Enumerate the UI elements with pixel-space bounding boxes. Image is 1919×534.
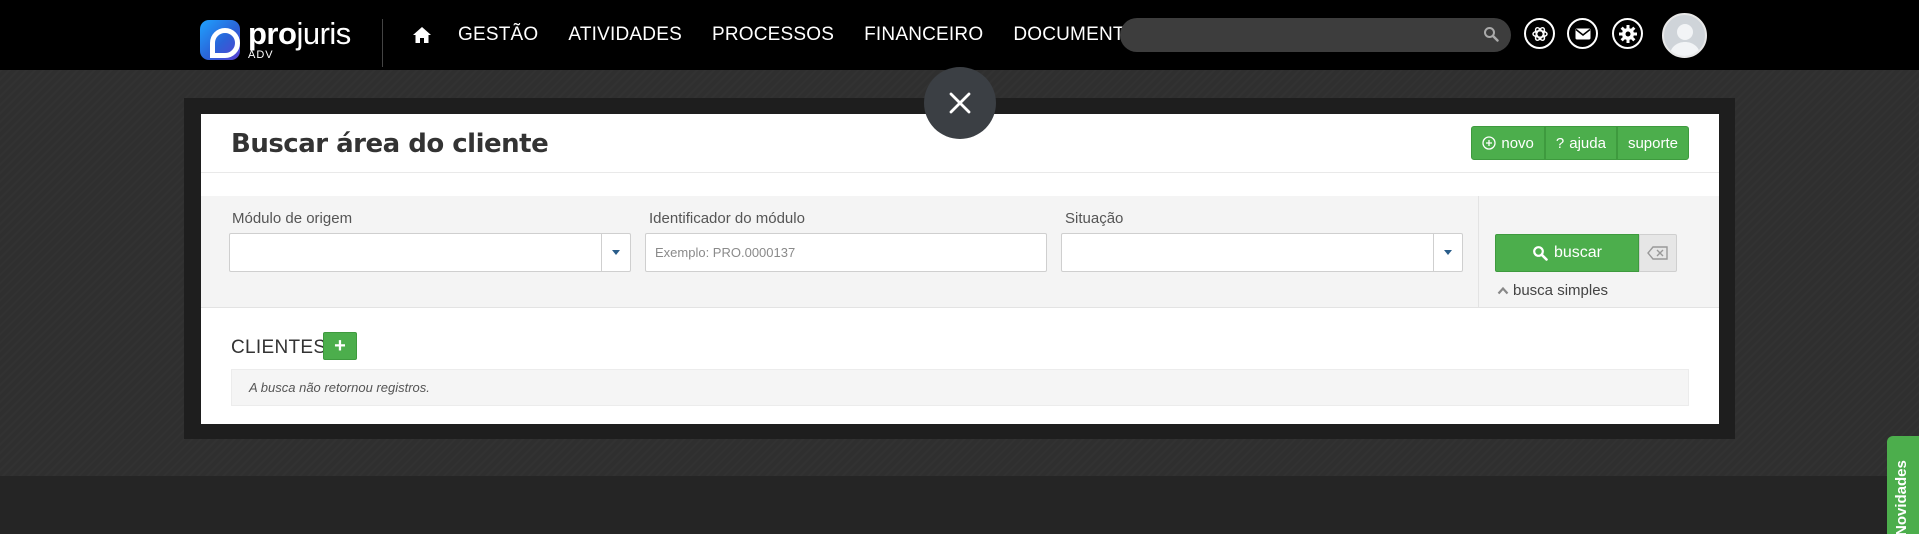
chevron-down-icon[interactable] <box>1433 234 1462 271</box>
search-client-area-modal: Buscar área do cliente novo ? ajuda supo… <box>201 114 1719 424</box>
gear-icon <box>1618 24 1637 43</box>
brand-bold: pro <box>248 16 297 51</box>
modulo-origem-select[interactable] <box>229 233 631 272</box>
chevron-up-icon <box>1497 286 1509 295</box>
plus-icon: + <box>334 334 346 357</box>
close-icon <box>949 92 971 114</box>
home-icon[interactable] <box>412 26 432 44</box>
buscar-label: buscar <box>1553 244 1603 261</box>
add-client-button[interactable]: + <box>323 332 357 360</box>
header-button-group: novo ? ajuda suporte <box>1471 126 1689 160</box>
novidades-side-tab[interactable]: Novidades <box>1887 436 1919 534</box>
identificador-modulo-input[interactable] <box>645 233 1047 272</box>
nav-atividades[interactable]: ATIVIDADES <box>568 24 682 46</box>
ajuda-button[interactable]: ? ajuda <box>1544 126 1617 160</box>
novidades-label: Novidades <box>1893 460 1910 534</box>
backspace-icon <box>1647 246 1668 260</box>
navbar-divider <box>382 19 383 67</box>
busca-simples-label: busca simples <box>1513 282 1609 299</box>
brand-light: juris <box>296 16 351 51</box>
title-divider <box>201 172 1719 173</box>
envelope-icon <box>1575 28 1590 39</box>
nav-gestao[interactable]: GESTÃO <box>458 24 538 46</box>
top-navbar: projuris ADV GESTÃO ATIVIDADES PROCESSOS… <box>0 0 1919 70</box>
close-modal-button[interactable] <box>924 67 996 139</box>
user-avatar[interactable] <box>1662 13 1707 58</box>
situacao-label: Situação <box>1065 210 1124 227</box>
nav-processos[interactable]: PROCESSOS <box>712 24 834 46</box>
busca-simples-link[interactable]: busca simples <box>1497 282 1608 299</box>
brand-sub: ADV <box>248 49 274 61</box>
buscar-button[interactable]: buscar <box>1495 234 1639 272</box>
suporte-button[interactable]: suporte <box>1616 126 1689 160</box>
filter-actions-divider <box>1478 196 1479 307</box>
chevron-down-icon[interactable] <box>601 234 630 271</box>
novo-label: novo <box>1501 134 1534 152</box>
page-title: Buscar área do cliente <box>231 129 549 159</box>
settings-button[interactable] <box>1612 18 1643 49</box>
ajuda-label: ajuda <box>1569 134 1606 152</box>
logo-icon <box>200 19 240 60</box>
clientes-section-title: CLIENTES <box>231 337 327 358</box>
identificador-modulo-label: Identificador do módulo <box>649 210 805 227</box>
messages-button[interactable] <box>1567 18 1598 49</box>
main-nav: GESTÃO ATIVIDADES PROCESSOS FINANCEIRO D… <box>458 24 1152 46</box>
clear-filters-button[interactable] <box>1639 234 1677 272</box>
search-icon[interactable] <box>1483 26 1499 42</box>
question-icon: ? <box>1555 134 1565 152</box>
plus-circle-icon <box>1482 136 1497 150</box>
situacao-select[interactable] <box>1061 233 1463 272</box>
empty-results-row: A busca não retornou registros. <box>231 369 1689 406</box>
global-search-input[interactable] <box>1120 18 1511 52</box>
page-footer-area <box>0 476 1919 534</box>
ai-assistant-icon[interactable] <box>1524 18 1555 49</box>
user-silhouette-icon <box>1669 24 1701 56</box>
search-icon <box>1533 246 1548 261</box>
openai-icon <box>1531 26 1548 41</box>
filter-panel: Módulo de origem Identificador do módulo… <box>201 196 1719 308</box>
novo-button[interactable]: novo <box>1471 126 1545 160</box>
projuris-logo[interactable]: projuris ADV <box>200 18 351 61</box>
nav-financeiro[interactable]: FINANCEIRO <box>864 24 983 46</box>
suporte-label: suporte <box>1627 134 1678 152</box>
modulo-origem-label: Módulo de origem <box>232 210 353 227</box>
